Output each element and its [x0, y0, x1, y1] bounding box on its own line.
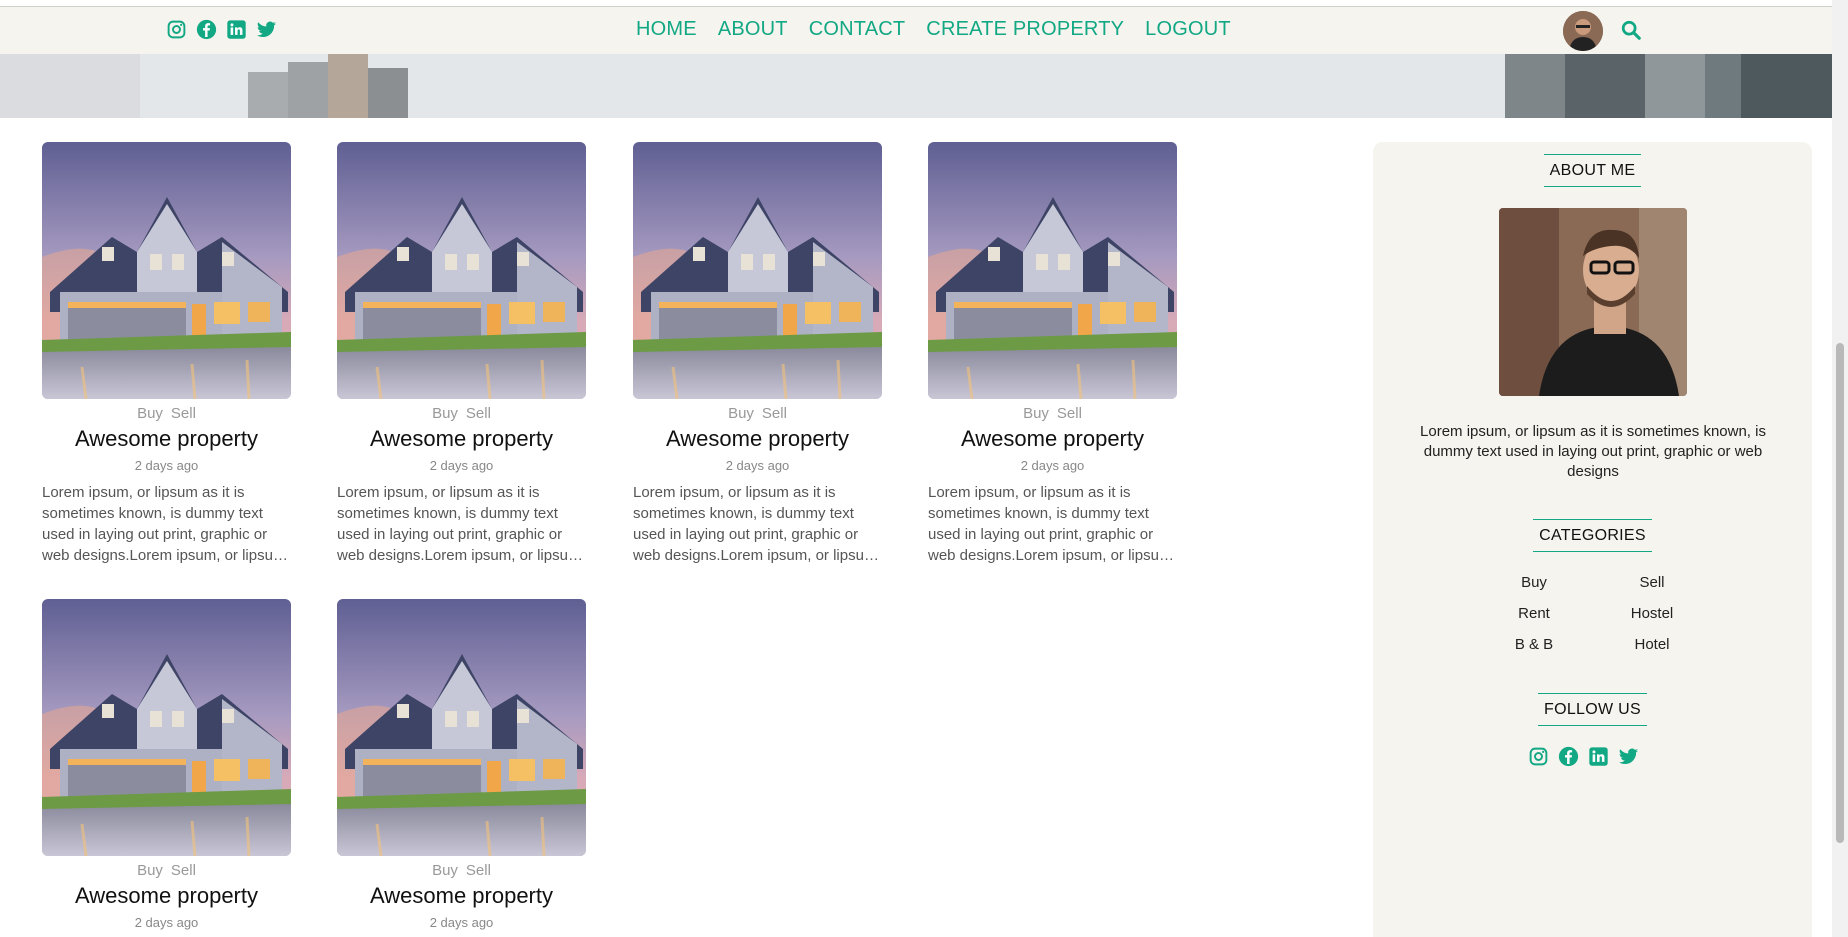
nav-create-property-link[interactable]: CREATE PROPERTY — [926, 18, 1124, 41]
main-nav: HOME ABOUT CONTACT CREATE PROPERTY LOGOU… — [636, 18, 1231, 41]
tag-sell[interactable]: Sell — [466, 862, 491, 879]
tag-sell[interactable]: Sell — [466, 405, 491, 422]
categories-title: CATEGORIES — [1533, 519, 1652, 552]
navbar-social-links — [166, 19, 277, 40]
category-sell[interactable]: Sell — [1593, 574, 1711, 595]
category-list: Buy Sell Rent Hostel B & B Hotel — [1475, 574, 1711, 657]
property-card[interactable]: Buy Sell Awesome property 2 days ago Lore… — [633, 142, 882, 566]
user-avatar[interactable] — [1563, 11, 1603, 51]
nav-logout-link[interactable]: LOGOUT — [1145, 18, 1231, 41]
twitter-icon[interactable] — [1618, 746, 1639, 767]
category-bnb[interactable]: B & B — [1475, 636, 1593, 657]
about-me-heading: ABOUT ME — [1373, 154, 1812, 187]
property-description: Lorem ipsum, or lipsum as it is sometime… — [633, 484, 877, 564]
follow-us-title: FOLLOW US — [1538, 693, 1647, 726]
hero-banner — [0, 54, 1832, 118]
property-date: 2 days ago — [134, 458, 199, 473]
tag-sell[interactable]: Sell — [171, 862, 196, 879]
property-tags: Buy Sell — [42, 862, 291, 880]
property-image[interactable] — [633, 142, 882, 399]
property-title[interactable]: Awesome property — [928, 426, 1177, 454]
property-date: 2 days ago — [429, 915, 494, 930]
nav-home-link[interactable]: HOME — [636, 18, 697, 41]
property-card[interactable]: Buy Sell Awesome property 2 days ago — [42, 599, 291, 933]
property-title[interactable]: Awesome property — [42, 426, 291, 454]
tag-buy[interactable]: Buy — [432, 862, 458, 879]
property-image[interactable] — [42, 142, 291, 399]
tag-buy[interactable]: Buy — [1023, 405, 1049, 422]
category-hostel[interactable]: Hostel — [1593, 605, 1711, 626]
instagram-icon[interactable] — [166, 19, 187, 40]
tag-sell[interactable]: Sell — [762, 405, 787, 422]
instagram-icon[interactable] — [1528, 746, 1549, 767]
facebook-icon[interactable] — [1558, 746, 1579, 767]
tag-sell[interactable]: Sell — [171, 405, 196, 422]
category-buy[interactable]: Buy — [1475, 574, 1593, 595]
nav-contact-link[interactable]: CONTACT — [809, 18, 906, 41]
about-me-title: ABOUT ME — [1543, 154, 1642, 187]
property-card[interactable]: Buy Sell Awesome property 2 days ago Lore… — [42, 142, 291, 566]
search-icon[interactable] — [1620, 19, 1642, 41]
sidebar: ABOUT ME Lorem ipsum, or lipsum as it is… — [1373, 142, 1812, 937]
property-date: 2 days ago — [134, 915, 199, 930]
property-description: Lorem ipsum, or lipsum as it is sometime… — [42, 484, 286, 564]
property-card[interactable]: Buy Sell Awesome property 2 days ago Lore… — [337, 142, 586, 566]
sidebar-social-links — [1528, 746, 1639, 767]
property-card[interactable]: Buy Sell Awesome property 2 days ago — [337, 599, 586, 933]
property-description: Lorem ipsum, or lipsum as it is sometime… — [337, 484, 581, 564]
tag-buy[interactable]: Buy — [137, 405, 163, 422]
property-image[interactable] — [337, 142, 586, 399]
linkedin-icon[interactable] — [1588, 746, 1609, 767]
tag-buy[interactable]: Buy — [432, 405, 458, 422]
property-image[interactable] — [42, 599, 291, 856]
property-date: 2 days ago — [429, 458, 494, 473]
categories-heading: CATEGORIES — [1373, 519, 1812, 552]
linkedin-icon[interactable] — [226, 19, 247, 40]
tag-sell[interactable]: Sell — [1057, 405, 1082, 422]
follow-us-heading: FOLLOW US — [1373, 693, 1812, 726]
property-title[interactable]: Awesome property — [633, 426, 882, 454]
property-tags: Buy Sell — [42, 405, 291, 423]
property-title[interactable]: Awesome property — [42, 883, 291, 911]
tag-buy[interactable]: Buy — [728, 405, 754, 422]
twitter-icon[interactable] — [256, 19, 277, 40]
property-tags: Buy Sell — [633, 405, 882, 423]
property-date: 2 days ago — [1020, 458, 1085, 473]
property-list: Buy Sell Awesome property 2 days ago Lore… — [0, 142, 1300, 937]
category-hotel[interactable]: Hotel — [1593, 636, 1711, 657]
property-image[interactable] — [337, 599, 586, 856]
property-image[interactable] — [928, 142, 1177, 399]
property-description: Lorem ipsum, or lipsum as it is sometime… — [928, 484, 1172, 564]
category-rent[interactable]: Rent — [1475, 605, 1593, 626]
browser-edge — [0, 0, 1848, 7]
property-title[interactable]: Awesome property — [337, 426, 586, 454]
property-title[interactable]: Awesome property — [337, 883, 586, 911]
scrollbar-thumb[interactable] — [1836, 343, 1844, 843]
property-tags: Buy Sell — [337, 405, 586, 423]
nav-about-link[interactable]: ABOUT — [718, 18, 788, 41]
property-date: 2 days ago — [725, 458, 790, 473]
navbar: HOME ABOUT CONTACT CREATE PROPERTY LOGOU… — [0, 7, 1832, 54]
tag-buy[interactable]: Buy — [137, 862, 163, 879]
property-tags: Buy Sell — [337, 862, 586, 880]
facebook-icon[interactable] — [196, 19, 217, 40]
property-tags: Buy Sell — [928, 405, 1177, 423]
page-scrollbar[interactable] — [1832, 0, 1848, 937]
author-photo — [1499, 208, 1687, 396]
about-me-text: Lorem ipsum, or lipsum as it is sometime… — [1420, 423, 1766, 480]
property-card[interactable]: Buy Sell Awesome property 2 days ago Lore… — [928, 142, 1177, 566]
